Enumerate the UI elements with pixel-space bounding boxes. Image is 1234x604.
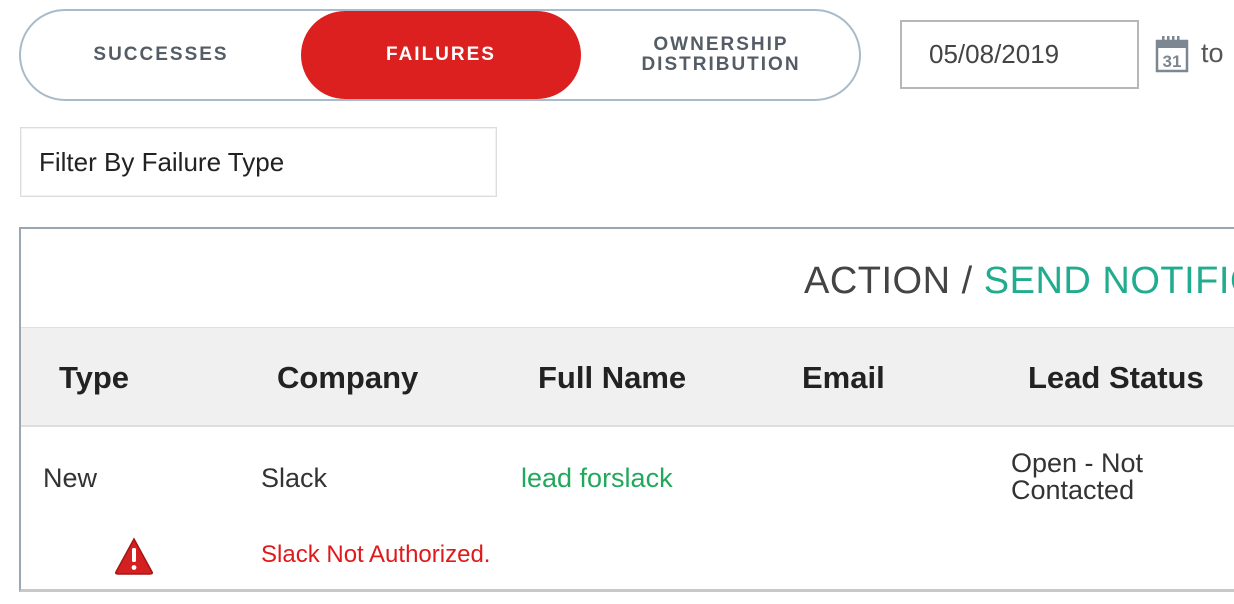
row-company-cell: Slack xyxy=(261,463,328,493)
row-lead-status-cell: Open - Not Contacted xyxy=(1011,450,1211,504)
panel-title-separator: / xyxy=(950,260,984,302)
failures-report-page: SUCCESSES FAILURES OWNERSHIP DISTRIBUTIO… xyxy=(0,0,1234,604)
tab-ownership-label-line1: OWNERSHIP xyxy=(653,34,789,55)
column-header-full-name[interactable]: Full Name xyxy=(538,360,686,396)
lead-status-line2: Contacted xyxy=(1011,475,1135,505)
panel-title-action: ACTION xyxy=(804,260,951,302)
column-header-type[interactable]: Type xyxy=(59,360,129,396)
date-range-to-label: to xyxy=(1201,38,1224,68)
panel-title: ACTION / SEND NOTIFICA xyxy=(804,260,1234,303)
calendar-icon-day: 31 xyxy=(1163,52,1182,71)
tab-ownership-distribution[interactable]: OWNERSHIP DISTRIBUTION xyxy=(581,11,861,99)
start-date-field[interactable] xyxy=(900,20,1139,89)
failure-type-filter-label: Filter By Failure Type xyxy=(39,146,285,177)
row-type-cell: New xyxy=(43,463,98,493)
tab-failures[interactable]: FAILURES xyxy=(301,11,581,99)
table-header: Type Company Full Name Email Lead Status xyxy=(21,327,1234,427)
tab-ownership-label-line2: DISTRIBUTION xyxy=(641,54,801,75)
warning-icon xyxy=(115,537,153,575)
lead-status-line1: Open - Not xyxy=(1011,448,1144,478)
column-header-email[interactable]: Email xyxy=(802,360,885,396)
failure-type-filter[interactable]: Filter By Failure Type xyxy=(20,127,497,197)
report-type-tabs: SUCCESSES FAILURES OWNERSHIP DISTRIBUTIO… xyxy=(19,9,861,101)
column-header-lead-status[interactable]: Lead Status xyxy=(1028,360,1204,396)
failures-table-panel: ACTION / SEND NOTIFICA Type Company Full… xyxy=(19,227,1234,592)
panel-title-send-notification: SEND NOTIFICA xyxy=(983,260,1234,302)
tab-successes[interactable]: SUCCESSES xyxy=(21,11,301,99)
calendar-icon[interactable]: 31 xyxy=(1155,35,1189,73)
column-header-company[interactable]: Company xyxy=(277,360,418,396)
row-error-message: Slack Not Authorized. xyxy=(261,541,491,568)
row-full-name-link[interactable]: lead forslack xyxy=(521,463,673,494)
